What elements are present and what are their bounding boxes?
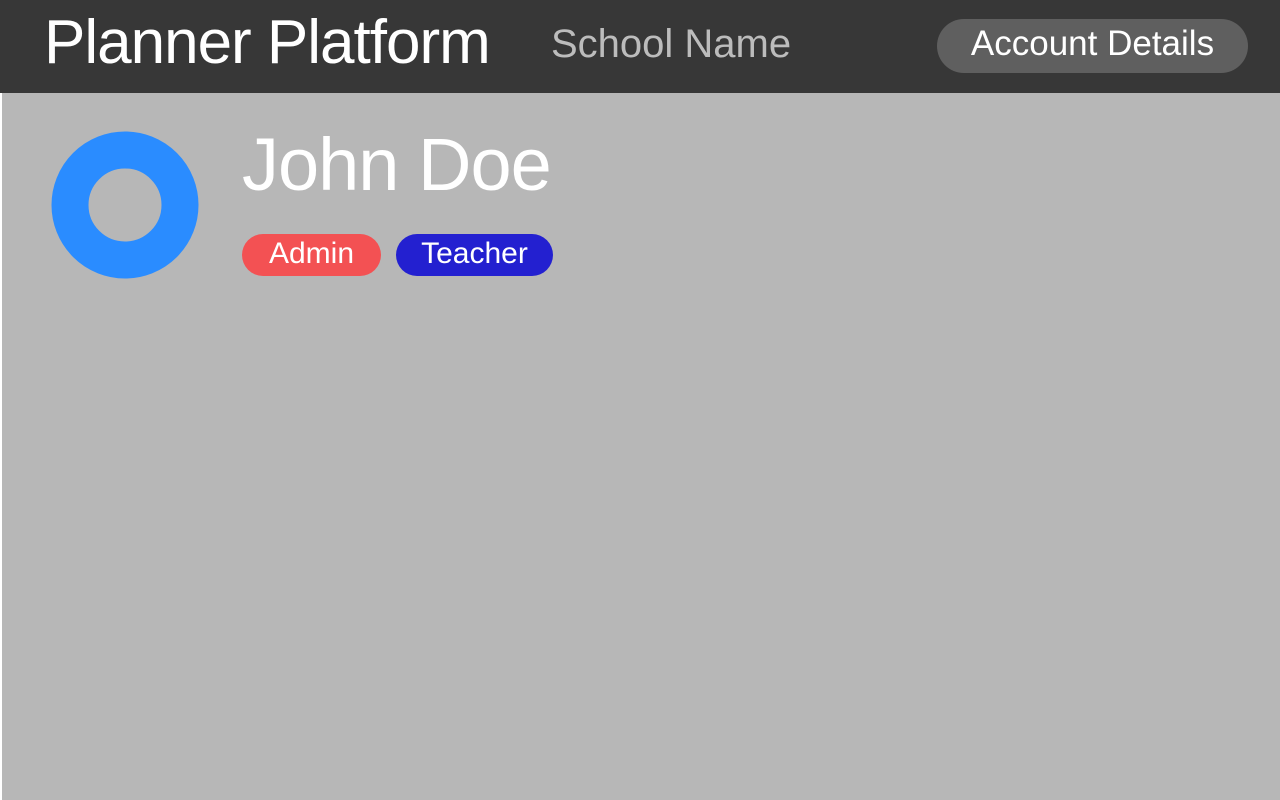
user-name: John Doe — [242, 123, 552, 206]
app-window: Planner Platform School Name Account Det… — [0, 0, 1280, 800]
school-name: School Name — [551, 22, 792, 66]
profile-panel: John Doe Admin Teacher — [2, 93, 1280, 800]
avatar — [51, 131, 199, 279]
role-badge-teacher: Teacher — [396, 234, 553, 276]
role-badge-admin: Admin — [242, 234, 381, 276]
account-details-button[interactable]: Account Details — [937, 19, 1248, 73]
app-title: Planner Platform — [44, 8, 491, 77]
ring-avatar-icon — [51, 131, 199, 279]
top-header-bar: Planner Platform School Name Account Det… — [0, 0, 1280, 93]
